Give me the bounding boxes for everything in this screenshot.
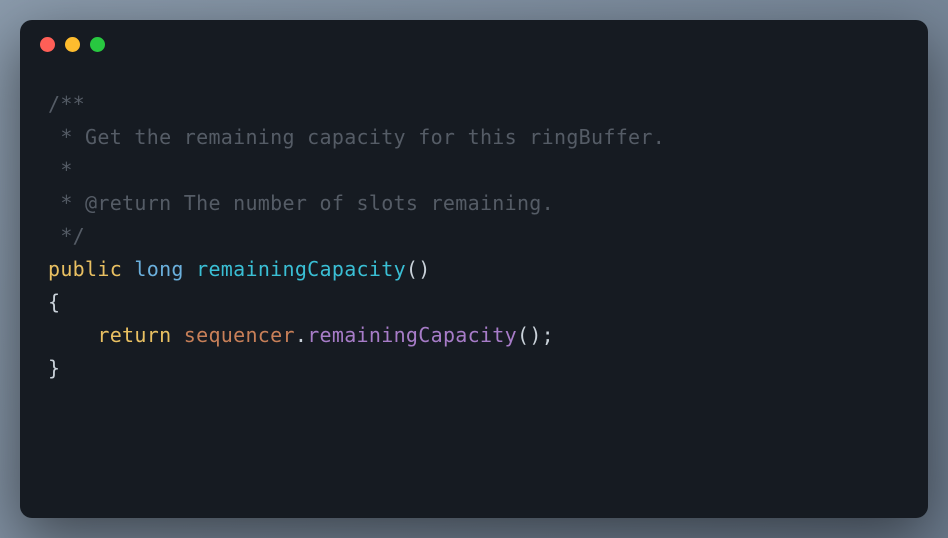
return-statement: return sequencer.remainingCapacity(); bbox=[48, 319, 900, 352]
maximize-icon[interactable] bbox=[90, 37, 105, 52]
method-signature: public long remainingCapacity() bbox=[48, 253, 900, 286]
close-icon[interactable] bbox=[40, 37, 55, 52]
comment-line: /** bbox=[48, 88, 900, 121]
code-editor[interactable]: /** * Get the remaining capacity for thi… bbox=[20, 68, 928, 518]
open-brace: { bbox=[48, 286, 900, 319]
comment-line: * bbox=[48, 154, 900, 187]
minimize-icon[interactable] bbox=[65, 37, 80, 52]
comment-line: */ bbox=[48, 220, 900, 253]
code-window: /** * Get the remaining capacity for thi… bbox=[20, 20, 928, 518]
comment-line: * @return The number of slots remaining. bbox=[48, 187, 900, 220]
close-brace: } bbox=[48, 352, 900, 385]
window-titlebar bbox=[20, 20, 928, 68]
comment-line: * Get the remaining capacity for this ri… bbox=[48, 121, 900, 154]
